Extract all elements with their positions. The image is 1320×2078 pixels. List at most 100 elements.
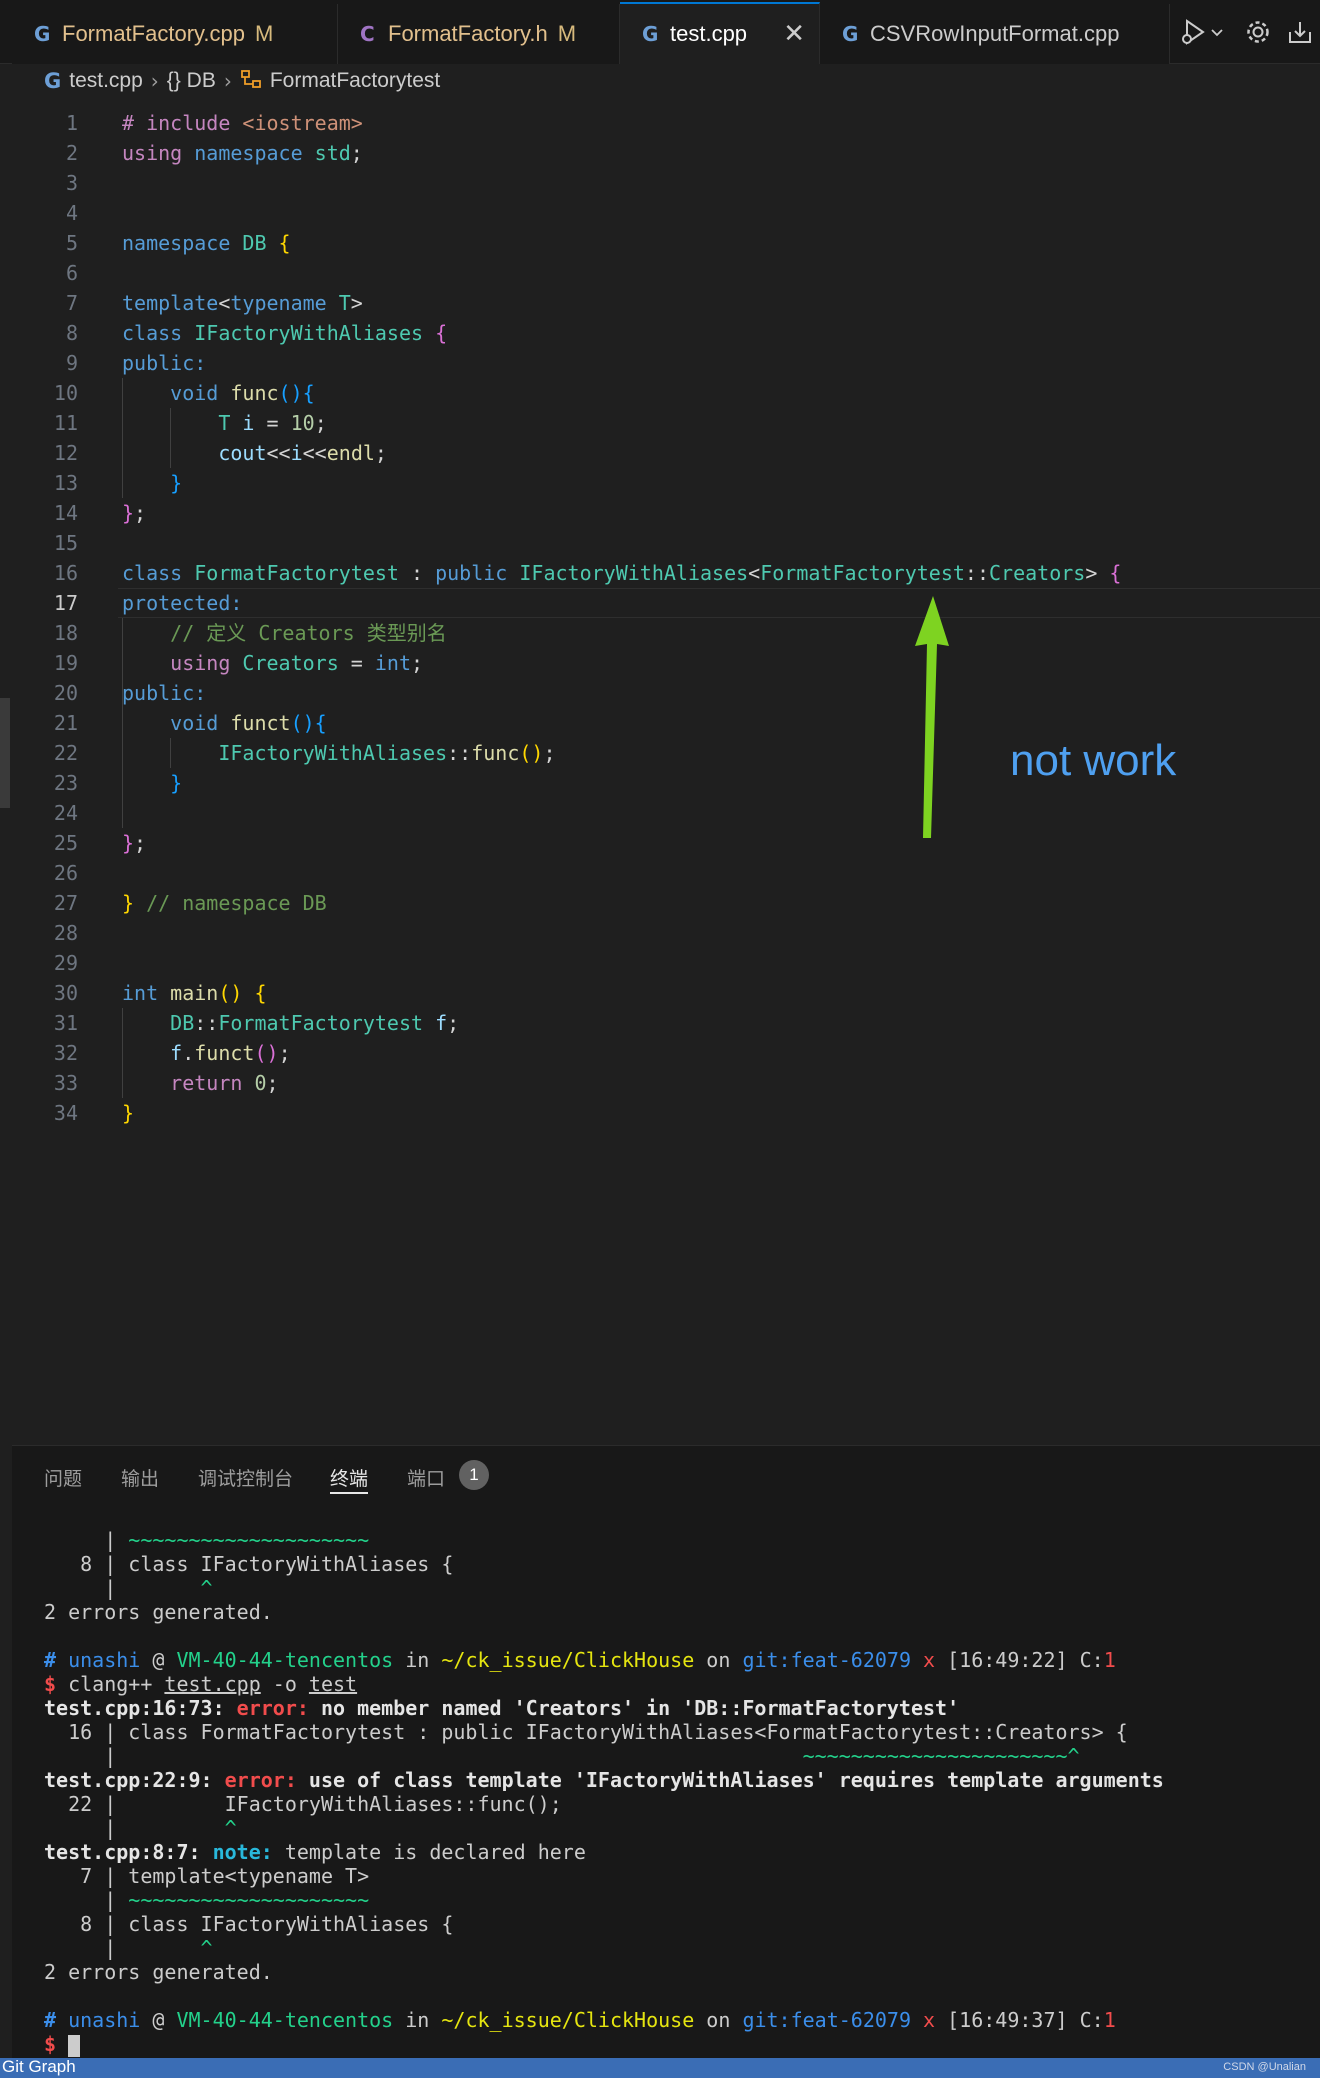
code-line[interactable]: 27 } // namespace DB	[0, 888, 1320, 918]
code-text[interactable]: class IFactoryWithAliases {	[122, 318, 447, 348]
chevron-down-icon[interactable]	[1204, 14, 1230, 50]
code-line[interactable]: 13 }	[0, 468, 1320, 498]
code-line[interactable]: 11 T i = 10;	[0, 408, 1320, 438]
code-text[interactable]: public:	[122, 348, 206, 378]
breadcrumb-namespace[interactable]: {} DB	[167, 69, 216, 93]
line-number[interactable]: 15	[0, 528, 78, 558]
code-text[interactable]: }	[122, 1098, 134, 1128]
code-text[interactable]: protected:	[122, 588, 242, 618]
line-number[interactable]: 33	[0, 1068, 78, 1098]
code-text[interactable]: };	[122, 828, 146, 858]
line-number[interactable]: 6	[0, 258, 78, 288]
code-line[interactable]: 15	[0, 528, 1320, 558]
code-line[interactable]: 10 void func(){	[0, 378, 1320, 408]
code-text[interactable]: f.funct();	[122, 1038, 290, 1068]
code-line[interactable]: 32 f.funct();	[0, 1038, 1320, 1068]
tab-debug-console[interactable]: 调试控制台	[198, 1464, 293, 1494]
code-line[interactable]: 31 DB::FormatFactorytest f;	[0, 1008, 1320, 1038]
code-line[interactable]: 16 class FormatFactorytest : public IFact…	[0, 558, 1320, 588]
line-number[interactable]: 31	[0, 1008, 78, 1038]
line-number[interactable]: 32	[0, 1038, 78, 1068]
code-line[interactable]: 34}	[0, 1098, 1320, 1128]
code-text[interactable]: } // namespace DB	[122, 888, 327, 918]
code-line[interactable]: 1 # include <iostream>	[0, 108, 1320, 138]
code-line[interactable]: 5 namespace DB {	[0, 228, 1320, 258]
line-number[interactable]: 16	[0, 558, 78, 588]
line-number[interactable]: 29	[0, 948, 78, 978]
code-line[interactable]: 29	[0, 948, 1320, 978]
line-number[interactable]: 23	[0, 768, 78, 798]
tab-output[interactable]: 输出	[121, 1464, 159, 1494]
line-number[interactable]: 17	[0, 588, 78, 618]
code-line[interactable]: 25};	[0, 828, 1320, 858]
code-line[interactable]: 33 return 0;	[0, 1068, 1320, 1098]
code-text[interactable]: IFactoryWithAliases::func();	[122, 738, 555, 768]
code-line[interactable]: 6	[0, 258, 1320, 288]
code-line[interactable]: 26	[0, 858, 1320, 888]
tab-test-cpp[interactable]: G test.cpp ✕	[620, 2, 820, 64]
line-number[interactable]: 26	[0, 858, 78, 888]
line-number[interactable]: 24	[0, 798, 78, 828]
code-line[interactable]: 24	[0, 798, 1320, 828]
line-number[interactable]: 28	[0, 918, 78, 948]
tab-formatfactory-h[interactable]: C FormatFactory.h M	[338, 4, 620, 64]
code-text[interactable]: }	[122, 468, 182, 498]
line-number[interactable]: 34	[0, 1098, 78, 1128]
code-text[interactable]: void func(){	[122, 378, 315, 408]
close-icon[interactable]: ✕	[783, 19, 805, 49]
line-number[interactable]: 2	[0, 138, 78, 168]
code-line[interactable]: 28	[0, 918, 1320, 948]
code-text[interactable]: }	[122, 768, 182, 798]
code-line[interactable]: 8 class IFactoryWithAliases {	[0, 318, 1320, 348]
line-number[interactable]: 27	[0, 888, 78, 918]
line-number[interactable]: 11	[0, 408, 78, 438]
line-number[interactable]: 8	[0, 318, 78, 348]
code-line[interactable]: 17 protected:	[0, 588, 1320, 618]
code-text[interactable]: };	[122, 498, 146, 528]
line-number[interactable]: 5	[0, 228, 78, 258]
code-line[interactable]: 20 public:	[0, 678, 1320, 708]
git-graph-button[interactable]: Git Graph	[2, 2057, 76, 2077]
code-line[interactable]: 30 int main() {	[0, 978, 1320, 1008]
code-line[interactable]: 19 using Creators = int;	[0, 648, 1320, 678]
breadcrumb-symbol[interactable]: FormatFactorytest	[270, 69, 440, 93]
code-text[interactable]: namespace DB {	[122, 228, 291, 258]
tab-problems[interactable]: 问题	[44, 1464, 82, 1494]
code-text[interactable]: class FormatFactorytest : public IFactor…	[122, 558, 1121, 588]
code-line[interactable]: 3	[0, 168, 1320, 198]
line-number[interactable]: 25	[0, 828, 78, 858]
code-text[interactable]: # include <iostream>	[122, 108, 363, 138]
tab-ports[interactable]: 端口	[407, 1464, 445, 1494]
line-number[interactable]: 22	[0, 738, 78, 768]
code-text[interactable]: int main() {	[122, 978, 267, 1008]
line-number[interactable]: 20	[0, 678, 78, 708]
line-number[interactable]: 9	[0, 348, 78, 378]
line-number[interactable]: 21	[0, 708, 78, 738]
code-line[interactable]: 18 // 定义 Creators 类型别名	[0, 618, 1320, 648]
code-text[interactable]: template<typename T>	[122, 288, 363, 318]
tab-formatfactory-cpp[interactable]: G FormatFactory.cpp M	[12, 4, 338, 64]
code-line[interactable]: 21 void funct(){	[0, 708, 1320, 738]
line-number[interactable]: 4	[0, 198, 78, 228]
code-text[interactable]: using Creators = int;	[122, 648, 423, 678]
tab-csvrowinputformat-cpp[interactable]: G CSVRowInputFormat.cpp	[820, 4, 1170, 64]
code-text[interactable]: return 0;	[122, 1068, 278, 1098]
line-number[interactable]: 3	[0, 168, 78, 198]
code-line[interactable]: 2 using namespace std;	[0, 138, 1320, 168]
line-number[interactable]: 12	[0, 438, 78, 468]
line-number[interactable]: 13	[0, 468, 78, 498]
code-text[interactable]: using namespace std;	[122, 138, 363, 168]
line-number[interactable]: 18	[0, 618, 78, 648]
download-icon[interactable]	[1282, 14, 1318, 50]
line-number[interactable]: 14	[0, 498, 78, 528]
code-text[interactable]: cout<<i<<endl;	[122, 438, 387, 468]
code-text[interactable]: void funct(){	[122, 708, 327, 738]
code-line[interactable]: 9 public:	[0, 348, 1320, 378]
line-number[interactable]: 7	[0, 288, 78, 318]
terminal-output[interactable]: | ~~~~~~~~~~~~~~~~~~~~ 8 | class IFactor…	[12, 1528, 1320, 2059]
line-number[interactable]: 1	[0, 108, 78, 138]
code-text[interactable]: T i = 10;	[122, 408, 326, 438]
code-text[interactable]: public:	[122, 678, 206, 708]
code-text[interactable]: DB::FormatFactorytest f;	[122, 1008, 459, 1038]
code-text[interactable]: // 定义 Creators 类型别名	[122, 618, 447, 648]
